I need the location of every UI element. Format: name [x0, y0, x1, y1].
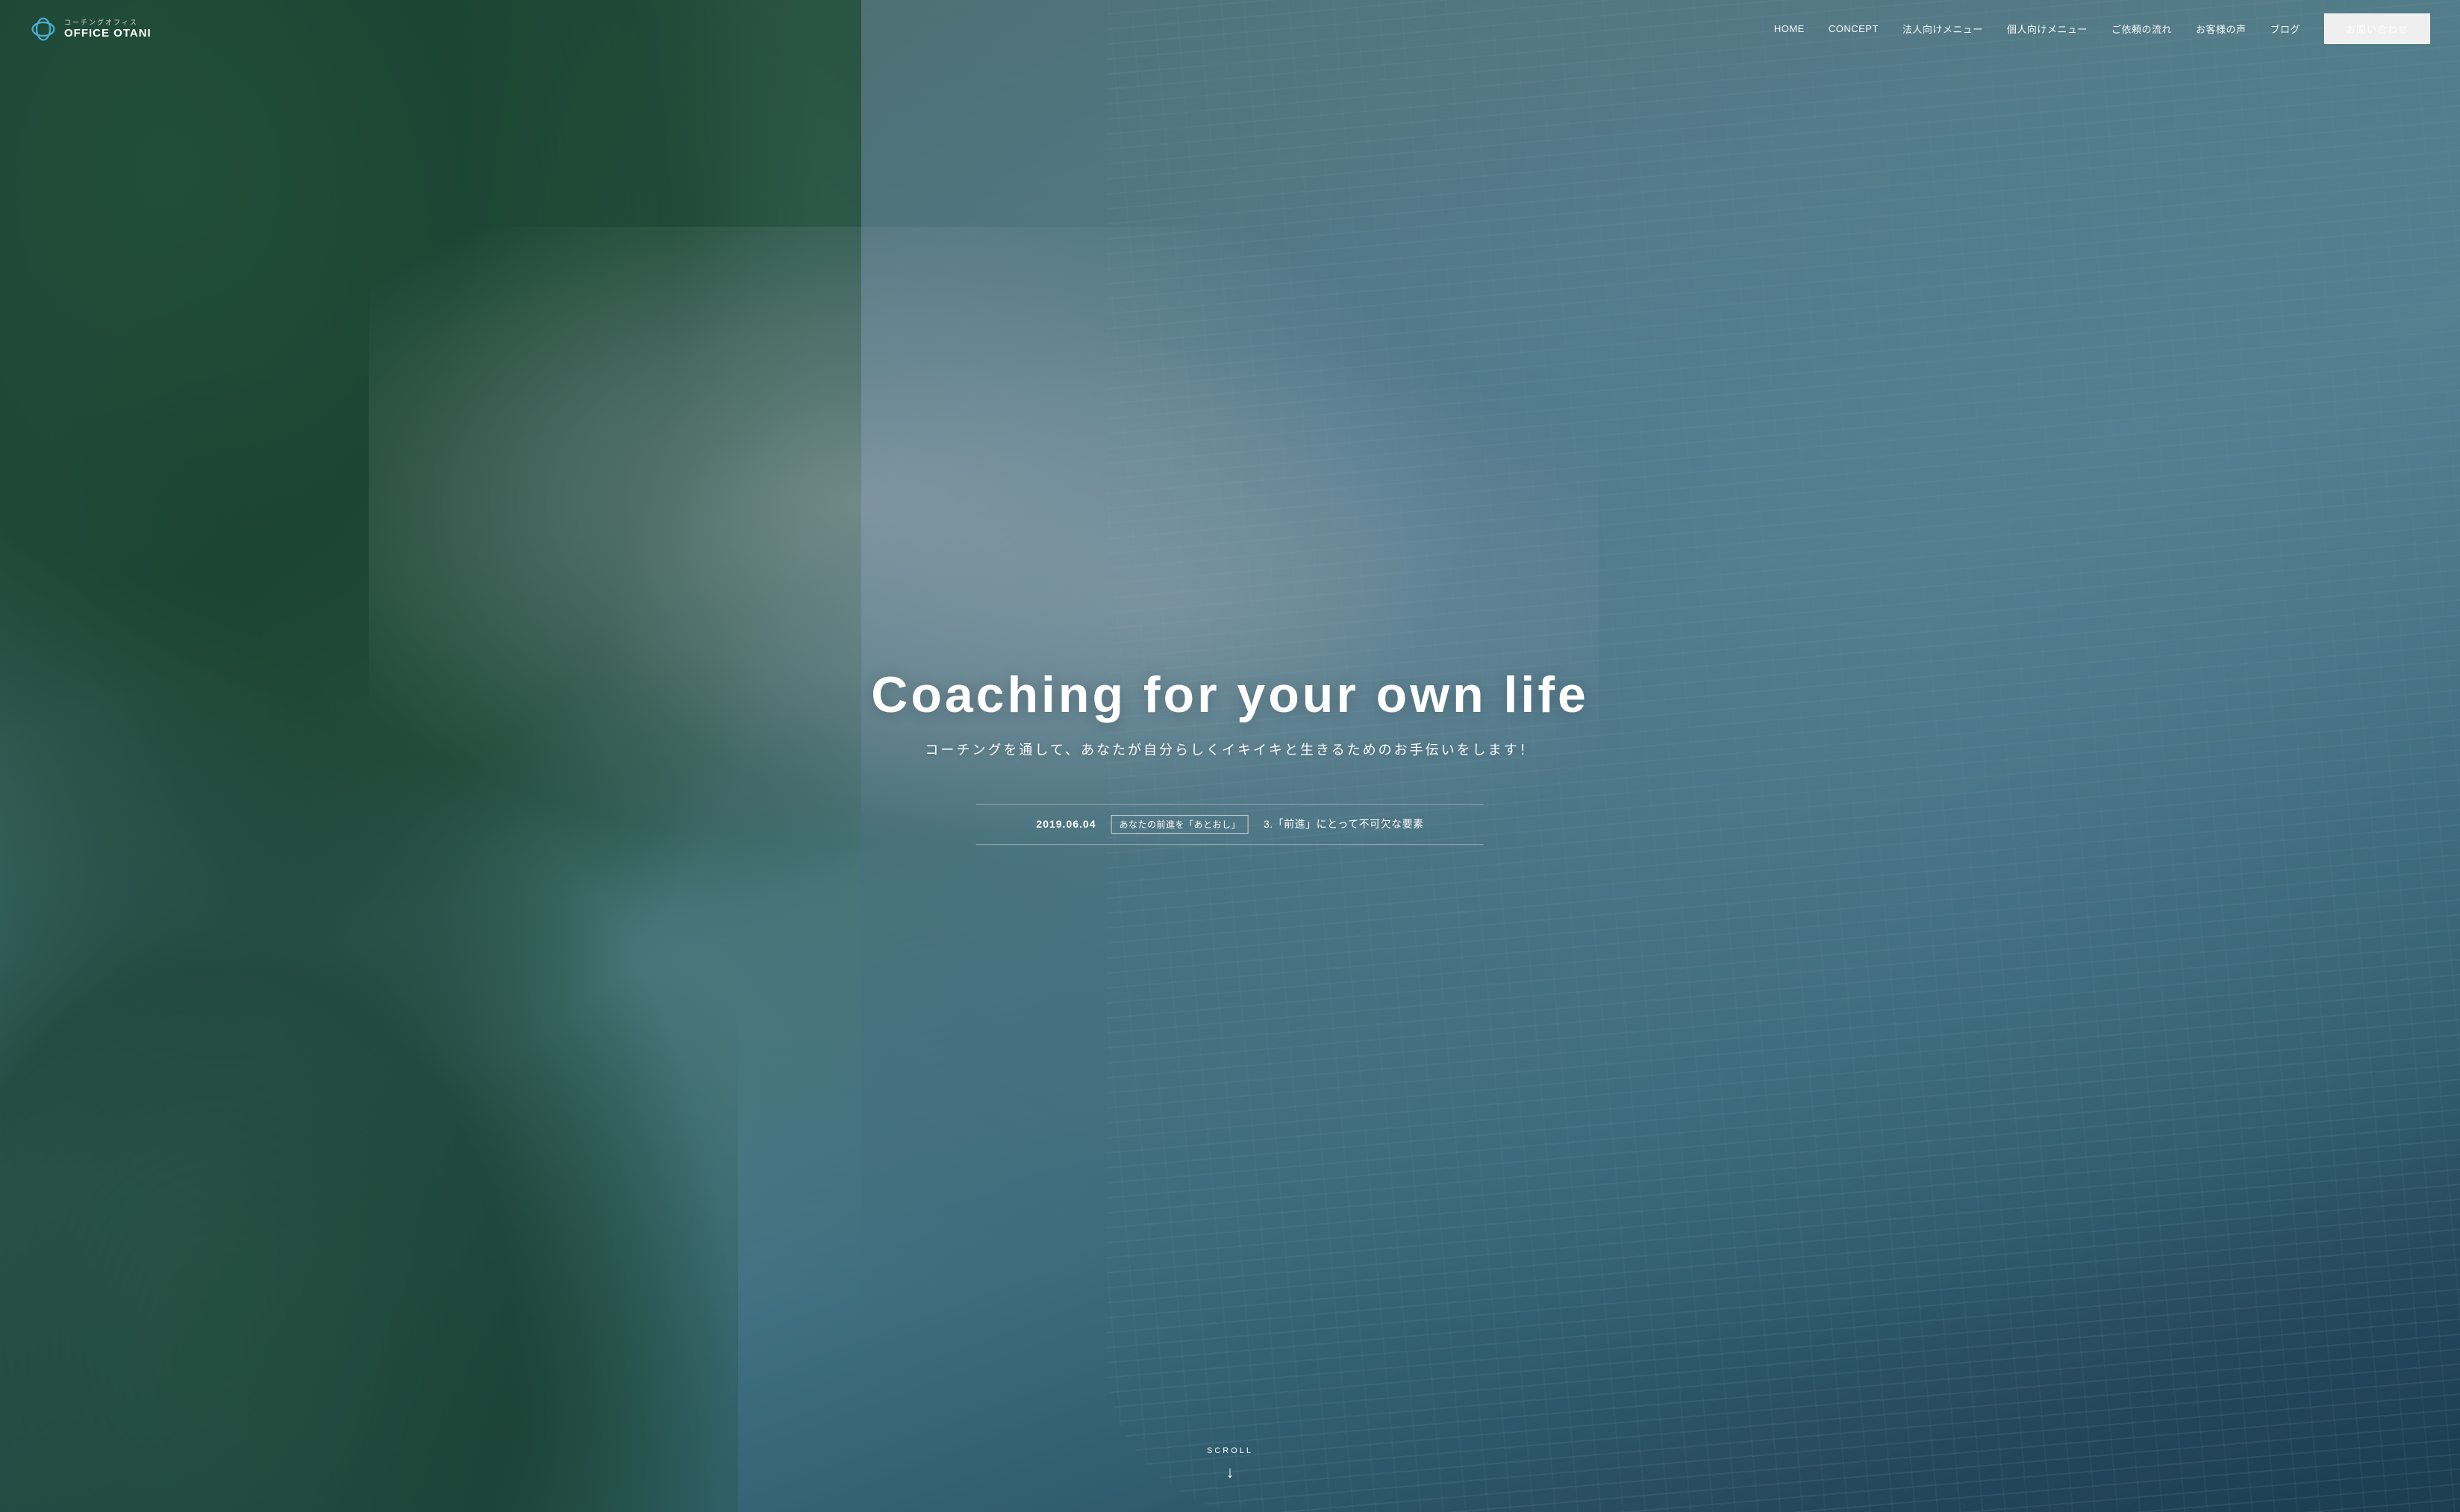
nav-blog[interactable]: ブログ — [2270, 22, 2300, 36]
scroll-label: SCROLL — [1207, 1446, 1253, 1455]
scroll-indicator[interactable]: SCROLL ↓ — [1207, 1446, 1253, 1482]
nav-testimonials[interactable]: お客様の声 — [2196, 22, 2247, 36]
news-tag[interactable]: あなたの前進を「あとおし」 — [1111, 815, 1249, 834]
site-header: コーチングオフィス OFFICE OTANI HOME CONCEPT 法人向け… — [0, 0, 2460, 57]
nav-flow[interactable]: ご依頼の流れ — [2111, 22, 2172, 36]
hero-title: Coaching for your own life — [246, 667, 2214, 723]
nav-home[interactable]: HOME — [1774, 23, 1805, 34]
nav-personal-menu[interactable]: 個人向けメニュー — [2007, 22, 2088, 36]
logo-subtext: コーチングオフィス — [64, 17, 152, 27]
nav-concept[interactable]: CONCEPT — [1829, 23, 1879, 34]
news-date: 2019.06.04 — [1036, 818, 1096, 830]
hero-subtitle: コーチングを通して、あなたが自分らしくイキイキと生きるためのお手伝いをします！ — [246, 740, 2214, 759]
contact-button[interactable]: お問い合わせ — [2324, 13, 2430, 44]
logo-text-group: コーチングオフィス OFFICE OTANI — [64, 17, 152, 40]
news-title[interactable]: 3.「前進」にとって不可欠な要素 — [1264, 816, 1424, 831]
news-bar: 2019.06.04 あなたの前進を「あとおし」 3.「前進」にとって不可欠な要… — [976, 804, 1484, 845]
logo-name: OFFICE OTANI — [64, 27, 152, 40]
logo-icon — [30, 16, 57, 43]
site-logo[interactable]: コーチングオフィス OFFICE OTANI — [30, 16, 152, 43]
hero-section: コーチングオフィス OFFICE OTANI HOME CONCEPT 法人向け… — [0, 0, 2460, 1512]
scroll-arrow-icon: ↓ — [1207, 1463, 1253, 1482]
main-nav: HOME CONCEPT 法人向けメニュー 個人向けメニュー ご依頼の流れ お客… — [1774, 13, 2430, 44]
hero-content: Coaching for your own life コーチングを通して、あなた… — [246, 667, 2214, 845]
nav-corporate-menu[interactable]: 法人向けメニュー — [1902, 22, 1983, 36]
